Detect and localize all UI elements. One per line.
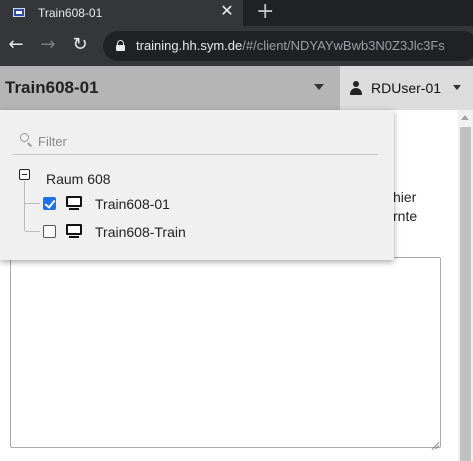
text-area[interactable]: [10, 257, 441, 448]
new-tab-icon[interactable]: +: [256, 1, 274, 23]
back-arrow-icon[interactable]: ←: [6, 34, 26, 56]
scroll-up-arrow-icon[interactable]: [461, 115, 469, 120]
search-icon: [20, 133, 33, 147]
favicon-icon: [13, 8, 25, 17]
user-menu-button[interactable]: RDUser-01: [340, 66, 473, 110]
list-item-label[interactable]: Train608-Train: [95, 224, 186, 240]
vertical-scrollbar[interactable]: [458, 110, 473, 461]
item-checkbox[interactable]: [43, 197, 56, 210]
chevron-down-icon: [453, 85, 461, 90]
reload-icon[interactable]: ↻: [70, 34, 90, 56]
browser-toolbar: ← → ↻ training.hh.sym.de/#/client/NDYAYw…: [0, 26, 473, 66]
scrollbar-thumb[interactable]: [460, 127, 471, 461]
forward-arrow-icon[interactable]: →: [38, 34, 58, 56]
tab-close-icon[interactable]: ✕: [219, 3, 235, 21]
list-item-label[interactable]: Train608-01: [95, 196, 170, 212]
tree-connector: [25, 231, 40, 232]
tree-connector: [25, 203, 40, 204]
collapse-toggle-icon[interactable]: [19, 169, 30, 180]
lock-icon[interactable]: [116, 40, 125, 51]
url-path: /#/client/NDYAYwBwb3N0Z3Jlc3Fs: [242, 38, 445, 53]
partially-hidden-text: rnte: [393, 208, 418, 224]
monitor-icon: [66, 196, 82, 210]
divider: [12, 154, 378, 155]
address-bar[interactable]: training.hh.sym.de/#/client/NDYAYwBwb3N0…: [103, 31, 473, 61]
item-checkbox[interactable]: [43, 225, 56, 238]
tree-connector: [24, 181, 25, 231]
partially-hidden-text: hier: [393, 189, 417, 205]
client-dropdown-panel: Raum 608 Train608-01 Train608-Train: [0, 110, 394, 260]
tab-title: Train608-01: [38, 6, 103, 20]
client-selector-label[interactable]: Train608-01: [5, 78, 99, 98]
url-host: training.hh.sym.de: [136, 38, 243, 53]
browser-tab-strip: Train608-01 ✕ +: [0, 0, 473, 26]
browser-tab[interactable]: Train608-01 ✕: [0, 0, 243, 26]
app-header: Train608-01 RDUser-01: [0, 66, 473, 110]
address-url[interactable]: training.hh.sym.de/#/client/NDYAYwBwb3N0…: [136, 38, 445, 53]
resize-handle-icon[interactable]: [431, 438, 439, 446]
monitor-icon: [66, 224, 82, 238]
chevron-down-icon[interactable]: [314, 84, 324, 90]
user-icon: [350, 81, 362, 95]
filter-input[interactable]: [38, 130, 373, 152]
tree-group-label[interactable]: Raum 608: [46, 171, 111, 187]
user-name: RDUser-01: [371, 80, 442, 96]
